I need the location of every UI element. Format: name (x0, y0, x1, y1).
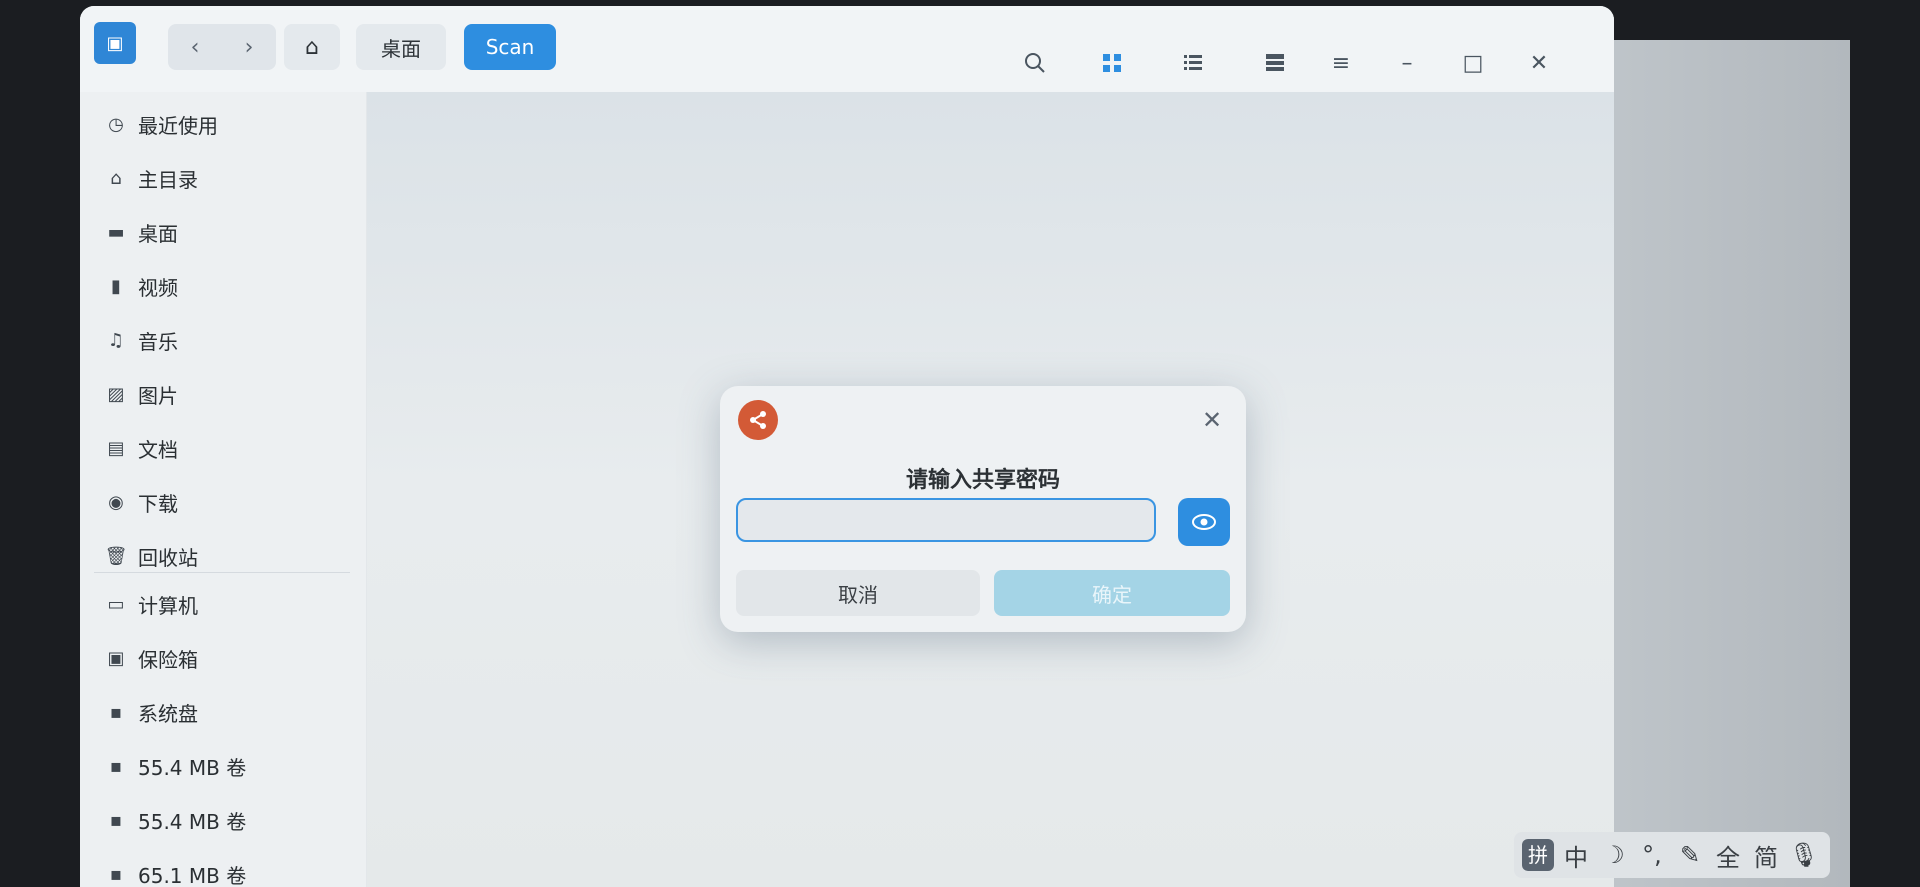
sidebar-item-label: 图片 (138, 383, 178, 408)
sidebar-item-label: 桌面 (138, 221, 178, 246)
sidebar-item-home[interactable]: ⌂ 主目录 (102, 158, 198, 198)
sidebar-item-volume-1[interactable]: ▪ 55.4 MB 卷 (102, 746, 246, 786)
sidebar-item-pictures[interactable]: ▨ 图片 (102, 374, 178, 414)
sidebar-item-label: 视频 (138, 275, 178, 300)
desktop-icon: ▬ (107, 221, 125, 243)
sidebar-item-label: 系统盘 (138, 701, 198, 726)
ime-handwriting-pen-icon[interactable]: ✎ (1674, 841, 1706, 869)
ime-microphone-icon[interactable]: 🎙 (1788, 841, 1820, 869)
maximize-icon[interactable]: □ (1458, 48, 1488, 78)
sidebar-item-label: 文档 (138, 437, 178, 462)
sidebar-item-safe[interactable]: ▣ 保险箱 (102, 638, 198, 678)
dialog-close-icon[interactable]: ✕ (1198, 406, 1226, 434)
disk-icon: ▪ (109, 755, 123, 777)
document-icon: ▤ (107, 437, 125, 459)
home-icon: ⌂ (110, 167, 122, 189)
clock-icon: ◷ (108, 113, 124, 135)
sidebar-item-videos[interactable]: ▮ 视频 (102, 266, 178, 306)
breadcrumb-scan[interactable]: Scan (464, 24, 556, 70)
sidebar-item-computer[interactable]: ▭ 计算机 (102, 584, 198, 624)
cancel-button[interactable]: 取消 (736, 570, 980, 616)
breadcrumb-desktop[interactable]: 桌面 (356, 24, 446, 70)
sidebar-item-documents[interactable]: ▤ 文档 (102, 428, 178, 468)
confirm-button[interactable]: 确定 (994, 570, 1230, 616)
disk-icon: ▪ (109, 701, 123, 723)
sidebar-item-desktop[interactable]: ▬ 桌面 (102, 212, 178, 252)
download-icon: ◉ (108, 491, 124, 513)
show-password-eye-icon[interactable] (1178, 498, 1230, 546)
list-view-icon[interactable] (1178, 48, 1208, 78)
back-button[interactable]: ‹ (168, 24, 222, 70)
desktop-background (1600, 40, 1850, 887)
share-password-dialog: ✕ 请输入共享密码 取消 确定 (720, 386, 1246, 632)
ime-halfwidth-moon-icon[interactable]: ☽ (1598, 841, 1630, 869)
forward-button[interactable]: › (222, 24, 276, 70)
ime-punctuation[interactable]: °, (1636, 841, 1668, 869)
close-icon[interactable]: ✕ (1524, 48, 1554, 78)
sidebar-item-label: 音乐 (138, 329, 178, 354)
sidebar-item-volume-2[interactable]: ▪ 55.4 MB 卷 (102, 800, 246, 840)
breadcrumb-home-icon[interactable]: ⌂ (284, 24, 340, 70)
sidebar-item-trash[interactable]: 🗑 回收站 (102, 536, 198, 576)
sidebar-item-system-disk[interactable]: ▪ 系统盘 (102, 692, 198, 732)
sidebar-item-label: 55.4 MB 卷 (138, 809, 247, 834)
sidebar: ◷ 最近使用 ⌂ 主目录 ▬ 桌面 ▮ 视频 ♫ 音乐 ▨ 图片 ▤ 文档 ◉ (80, 92, 367, 887)
sidebar-divider (94, 572, 350, 573)
sidebar-item-downloads[interactable]: ◉ 下载 (102, 482, 178, 522)
sidebar-item-label: 55.4 MB 卷 (138, 755, 247, 780)
sidebar-item-label: 主目录 (138, 167, 198, 192)
sidebar-item-label: 计算机 (138, 593, 198, 618)
grid-view-icon[interactable] (1097, 48, 1127, 78)
computer-icon: ▭ (107, 593, 125, 615)
ime-pinyin[interactable]: 拼 (1522, 839, 1554, 871)
disk-icon: ▪ (109, 809, 123, 831)
music-icon: ♫ (107, 329, 125, 351)
ime-chinese-mode[interactable]: 中 (1560, 838, 1592, 873)
sidebar-item-label: 回收站 (138, 545, 198, 570)
menu-icon[interactable]: ≡ (1326, 48, 1356, 78)
sidebar-item-volume-3[interactable]: ▪ 65.1 MB 卷 (102, 854, 246, 887)
ime-fullwidth[interactable]: 全 (1712, 838, 1744, 873)
sidebar-item-label: 保险箱 (138, 647, 198, 672)
search-icon[interactable] (1020, 48, 1050, 78)
ime-simplified[interactable]: 简 (1750, 838, 1782, 873)
sidebar-item-recent[interactable]: ◷ 最近使用 (102, 104, 218, 144)
nav-buttons: ‹ › (168, 24, 276, 70)
sidebar-item-label: 下载 (138, 491, 178, 516)
file-manager-icon[interactable]: ▣ (94, 22, 136, 64)
titlebar: ▣ ‹ › ⌂ 桌面 Scan ≡ – □ ✕ (80, 6, 1614, 93)
trash-icon: 🗑 (104, 545, 128, 567)
safe-icon: ▣ (107, 647, 125, 669)
sidebar-item-label: 最近使用 (138, 113, 218, 138)
video-icon: ▮ (111, 275, 121, 297)
share-icon (738, 400, 778, 440)
image-icon: ▨ (107, 383, 125, 405)
sidebar-item-music[interactable]: ♫ 音乐 (102, 320, 178, 360)
minimize-icon[interactable]: – (1392, 48, 1422, 78)
dialog-title: 请输入共享密码 (905, 468, 1060, 493)
detail-view-icon[interactable] (1260, 48, 1290, 78)
input-method-toolbar: 拼 中 ☽ °, ✎ 全 简 🎙 (1514, 832, 1830, 878)
disk-icon: ▪ (109, 863, 123, 885)
password-input[interactable] (736, 498, 1156, 542)
sidebar-item-label: 65.1 MB 卷 (138, 863, 247, 887)
